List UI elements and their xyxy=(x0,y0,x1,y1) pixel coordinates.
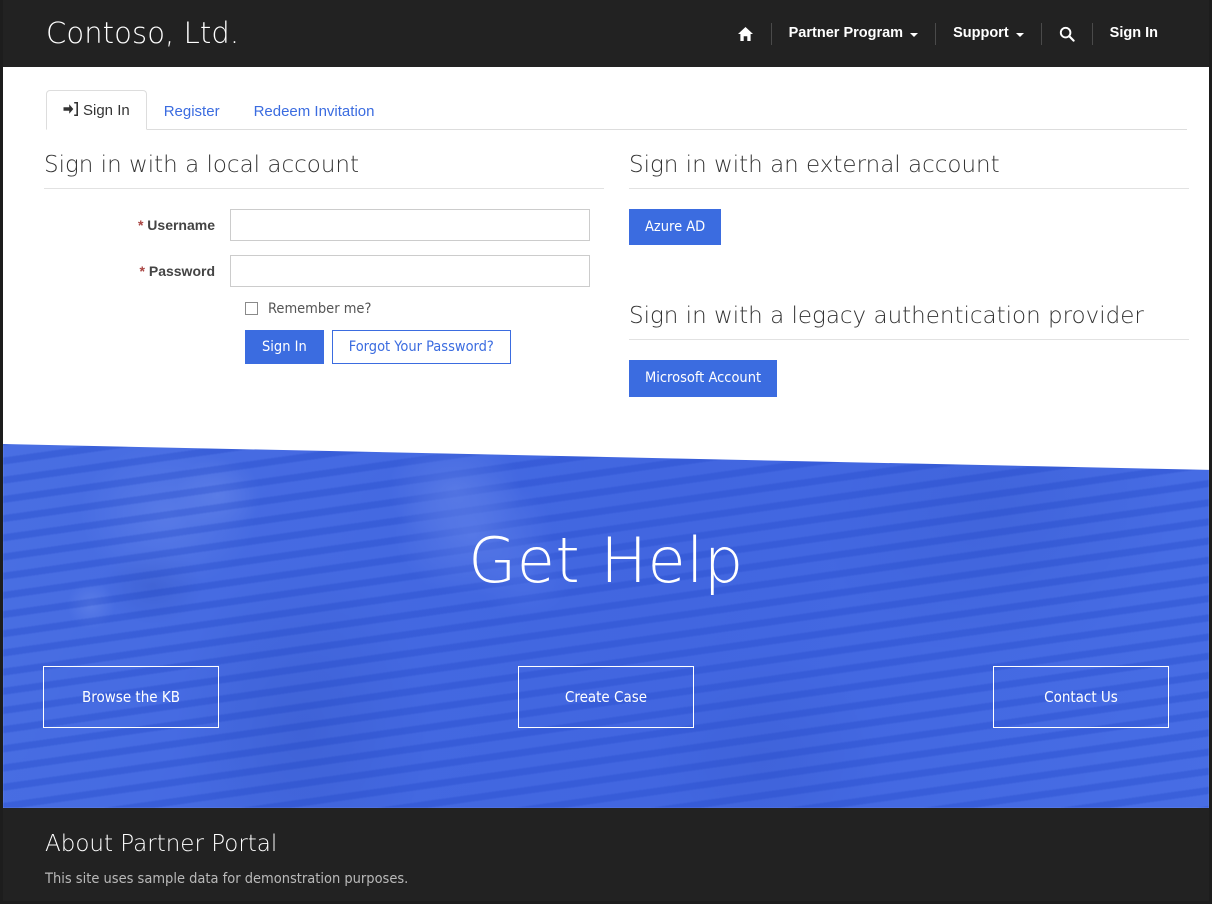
chevron-down-icon xyxy=(1015,32,1024,37)
search-icon xyxy=(1059,26,1075,42)
footer-title: About Partner Portal xyxy=(45,831,278,857)
legacy-account-heading: Sign in with a legacy authentication pro… xyxy=(629,303,1144,330)
nav-partner-program[interactable]: Partner Program xyxy=(772,26,935,41)
nav-support-label: Support xyxy=(953,25,1009,42)
tabs-bottom-rule xyxy=(46,129,1187,130)
chevron-down-icon xyxy=(910,32,919,37)
nav-home[interactable] xyxy=(720,26,771,42)
nav-partner-program-label: Partner Program xyxy=(788,25,904,42)
home-icon xyxy=(737,26,754,42)
hero-button-create-case[interactable]: Create Case xyxy=(518,666,694,728)
tab-sign-in-label: Sign In xyxy=(83,102,130,119)
hero-action-buttons: Browse the KB Create Case Contact Us xyxy=(43,666,1169,728)
password-row: * Password xyxy=(44,254,604,287)
header-nav: Partner Program Support Sign In xyxy=(720,0,1175,67)
auth-tabs: Sign In Register Redeem Invitation xyxy=(46,86,392,130)
main-content: Sign In Register Redeem Invitation Sign … xyxy=(3,67,1209,447)
password-input[interactable] xyxy=(230,254,590,287)
external-account-panel: Sign in with an external account Azure A… xyxy=(629,152,1189,397)
tab-sign-in[interactable]: Sign In xyxy=(46,90,147,130)
local-account-panel: Sign in with a local account * Username … xyxy=(44,152,604,365)
sign-in-icon xyxy=(63,101,78,119)
hero-title: Get Help xyxy=(468,524,744,597)
tab-redeem-invitation-label: Redeem Invitation xyxy=(253,103,375,120)
tab-register-label: Register xyxy=(163,103,220,120)
section-divider xyxy=(629,187,1189,189)
remember-me-row: Remember me? xyxy=(245,301,604,317)
username-label-text: Username xyxy=(147,216,215,233)
password-label: * Password xyxy=(44,263,230,279)
tab-redeem-invitation[interactable]: Redeem Invitation xyxy=(237,92,392,129)
provider-button-microsoft-account[interactable]: Microsoft Account xyxy=(629,359,778,397)
password-label-text: Password xyxy=(148,262,215,279)
brand-logo[interactable]: Contoso, Ltd. xyxy=(46,19,239,48)
nav-sign-in-label: Sign In xyxy=(1109,25,1158,42)
required-marker: * xyxy=(139,262,145,279)
nav-sign-in[interactable]: Sign In xyxy=(1093,26,1175,41)
local-account-heading: Sign in with a local account xyxy=(44,152,360,178)
provider-button-azure-ad[interactable]: Azure AD xyxy=(629,208,722,246)
local-account-actions: Sign In Forgot Your Password? xyxy=(245,329,604,365)
site-header: Contoso, Ltd. Partner Program Support Si… xyxy=(3,0,1209,67)
section-divider xyxy=(629,338,1189,340)
external-account-heading: Sign in with an external account xyxy=(629,152,1000,178)
hero-section: Get Help Browse the KB Create Case Conta… xyxy=(3,400,1209,808)
username-row: * Username xyxy=(44,208,604,241)
username-label: * Username xyxy=(44,217,230,233)
remember-me-checkbox[interactable] xyxy=(245,302,258,316)
site-footer: About Partner Portal This site uses samp… xyxy=(3,808,1209,901)
section-divider xyxy=(44,187,604,189)
username-input[interactable] xyxy=(230,208,590,241)
hero-button-contact-us[interactable]: Contact Us xyxy=(993,666,1169,728)
tab-register[interactable]: Register xyxy=(147,92,237,129)
required-marker: * xyxy=(137,216,144,233)
forgot-password-button[interactable]: Forgot Your Password? xyxy=(331,329,511,365)
footer-description: This site uses sample data for demonstra… xyxy=(45,871,409,887)
nav-search-button[interactable] xyxy=(1042,26,1092,42)
nav-support[interactable]: Support xyxy=(936,26,1041,41)
page-root: Contoso, Ltd. Partner Program Support Si… xyxy=(0,0,1212,904)
remember-me-label[interactable]: Remember me? xyxy=(268,301,371,317)
hero-button-browse-kb[interactable]: Browse the KB xyxy=(43,666,219,728)
sign-in-button[interactable]: Sign In xyxy=(245,329,324,365)
